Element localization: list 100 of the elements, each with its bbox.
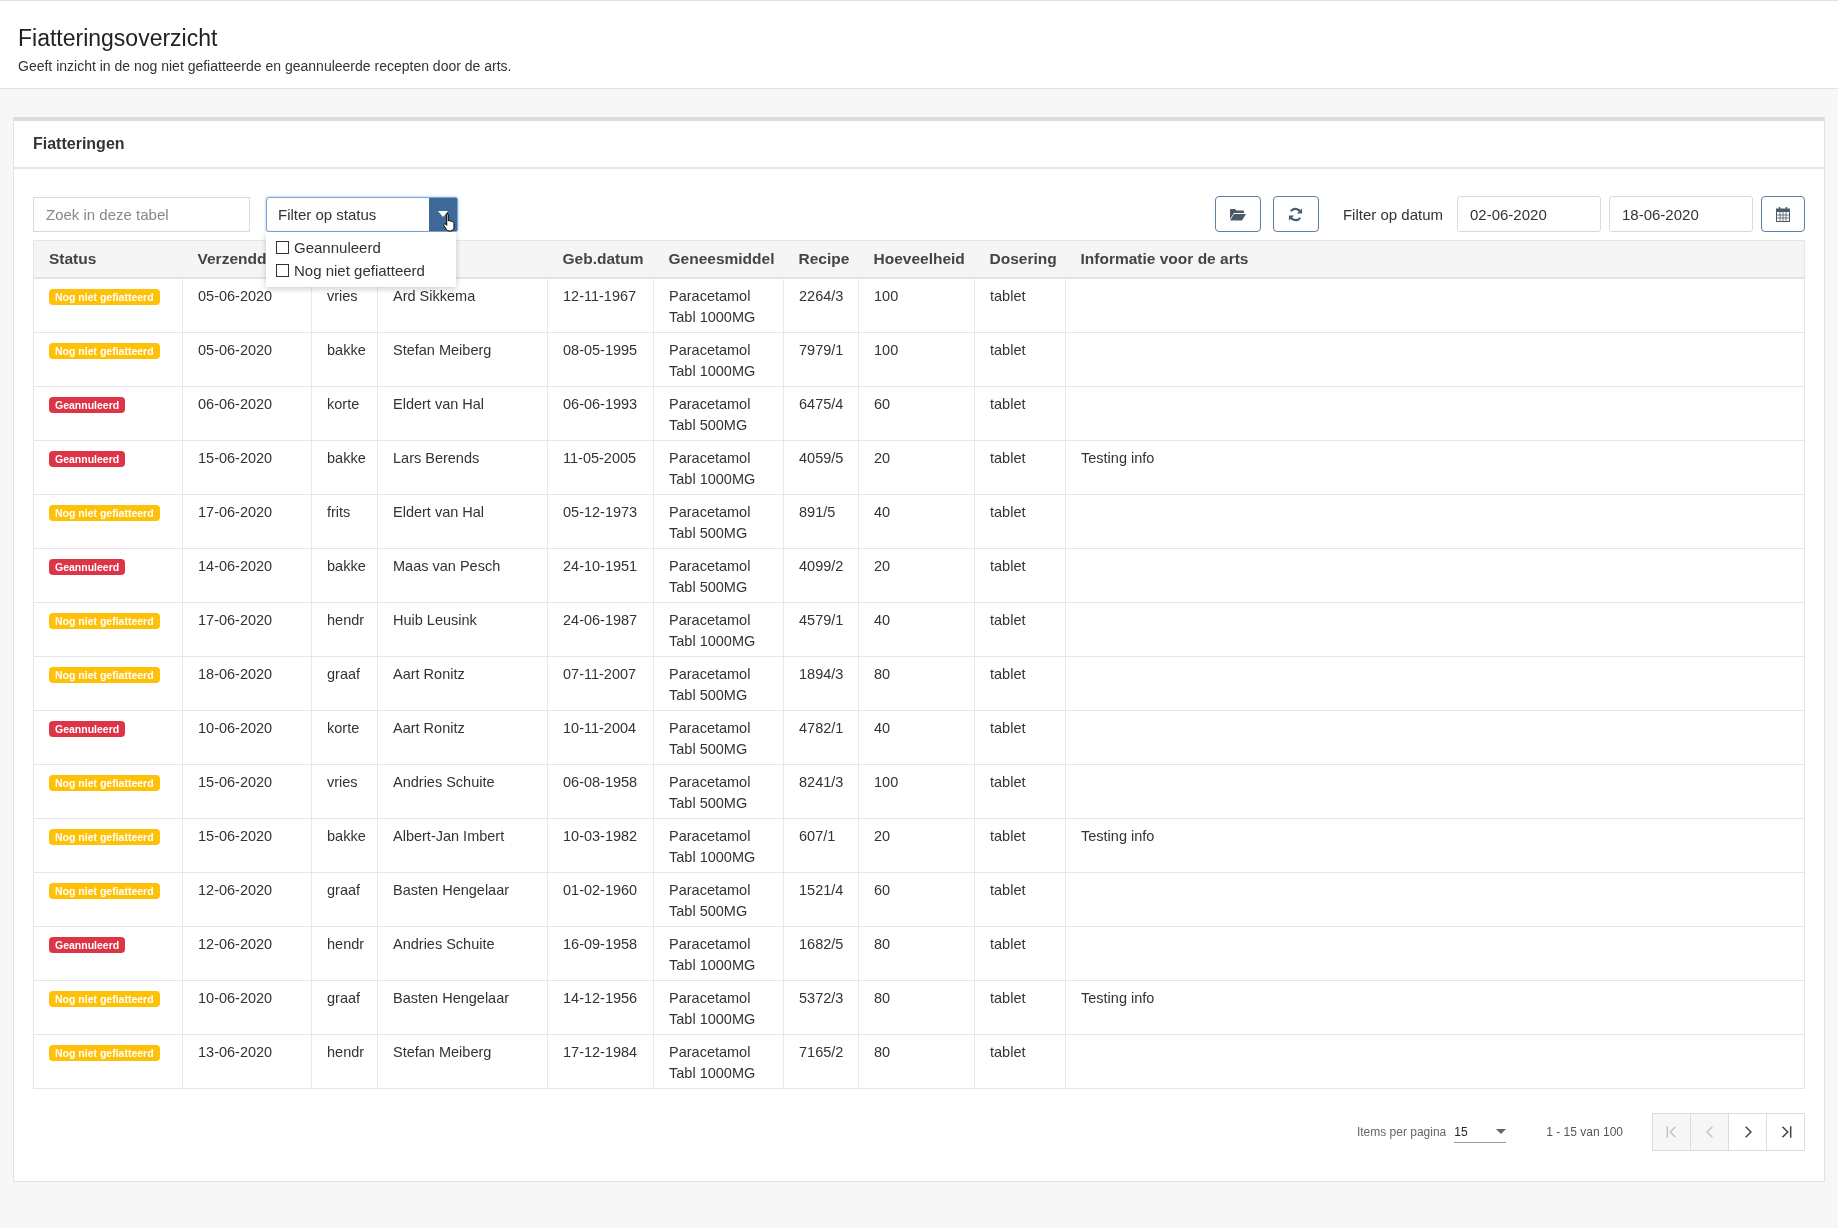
table-cell-text: 06-06-2020 (198, 395, 273, 414)
table-cell-text: graaf (327, 881, 361, 900)
status-badge: Geannuleerd (49, 937, 126, 953)
table-cell-text: 12-11-1967 (563, 287, 637, 306)
table-cell-text: Basten Hengelaar (393, 881, 510, 900)
status-badge: Geannuleerd (49, 397, 126, 413)
table-cell-text: 100 (874, 341, 899, 360)
table-cell-text: tablet (990, 341, 1026, 360)
table-cell-text: 24-06-1987 (563, 611, 638, 630)
table-cell-text: Paracetamol Tabl 1000MG (669, 449, 756, 489)
table-cell-text: Paracetamol Tabl 500MG (669, 881, 751, 921)
table-cell-text: Albert-Jan Imbert (393, 827, 505, 846)
table-cell-text: 20 (874, 557, 891, 576)
table-cell-text: 80 (874, 1043, 891, 1062)
table-cell-text: 20 (874, 827, 891, 846)
table-cell-text: Eldert van Hal (393, 503, 485, 522)
checkbox[interactable] (276, 263, 289, 277)
table-cell-text: korte (327, 395, 360, 414)
table-cell-text: 15-06-2020 (198, 773, 273, 792)
table-cell-text: Aart Ronitz (393, 719, 465, 738)
table-cell-text: tablet (990, 773, 1026, 792)
status-badge: Nog niet gefiatteerd (49, 613, 160, 629)
table-cell-text: 05-06-2020 (198, 287, 273, 306)
table-cell-text: graaf (327, 989, 361, 1008)
table-cell-text: Stefan Meiberg (393, 341, 492, 360)
table-cell-text: tablet (990, 1043, 1026, 1062)
table-cell-text: Stefan Meiberg (393, 1043, 492, 1062)
table-cell-text: tablet (990, 827, 1026, 846)
last-page-button[interactable] (1766, 1113, 1805, 1151)
table-cell-text: Maas van Pesch (393, 557, 501, 576)
table-cell-text: tablet (990, 287, 1026, 306)
table-cell-text: 6475/4 (799, 395, 844, 414)
table-cell-text: 20 (874, 449, 891, 468)
table-cell-text: 16-09-1958 (563, 935, 638, 954)
folder-button[interactable] (1214, 196, 1261, 232)
table-cell-text: 40 (874, 719, 891, 738)
table-cell-text: 18-06-2020 (198, 665, 273, 684)
table-cell-text: 10-06-2020 (198, 989, 273, 1008)
table-cell-text: tablet (990, 989, 1026, 1008)
caret-icon (438, 211, 448, 217)
table-cell-text: 1894/3 (799, 665, 844, 684)
column-header: Recipe (798, 250, 850, 267)
status-option[interactable]: Nog niet gefiatteerd (276, 258, 456, 282)
table-cell-text: tablet (990, 395, 1026, 414)
table-cell-text: 607/1 (799, 827, 836, 846)
table-cell-text: 10-06-2020 (198, 719, 273, 738)
table-cell-text: 891/5 (799, 503, 836, 522)
table-cell-text: graaf (327, 665, 361, 684)
table-cell-text: 40 (874, 611, 891, 630)
status-badge: Nog niet gefiatteerd (49, 991, 160, 1007)
table-cell-text: 60 (874, 395, 891, 414)
column-header: Geneesmiddel (668, 250, 775, 267)
checkbox[interactable] (276, 240, 289, 254)
column-header: Verzendd (197, 250, 267, 267)
table-cell-text: 17-06-2020 (198, 611, 273, 630)
folder-icon (1229, 207, 1246, 221)
table-cell-text: vries (327, 773, 358, 792)
status-option[interactable]: Geannuleerd (276, 235, 456, 259)
table-cell-text: Testing info (1081, 989, 1155, 1008)
calendar-button[interactable] (1761, 196, 1805, 232)
table-cell-text: 4099/2 (799, 557, 844, 576)
date-filter-label: Filter op datum (1342, 205, 1443, 223)
table-cell-text: bakke (327, 341, 366, 360)
table-cell-text: Paracetamol Tabl 1000MG (669, 989, 756, 1029)
table-cell-text: Testing info (1081, 449, 1155, 468)
table-cell-text: 06-08-1958 (563, 773, 638, 792)
status-filter-dropdown[interactable]: Filter op status (266, 196, 458, 232)
refresh-button[interactable] (1272, 196, 1319, 232)
page-range: 1 - 15 van 100 (1546, 1125, 1623, 1139)
table-cell-text: 4782/1 (799, 719, 844, 738)
table-cell-text: Paracetamol Tabl 1000MG (669, 935, 756, 975)
table-cell-text: tablet (990, 881, 1026, 900)
date-from-field[interactable]: 02-06-2020 (1457, 196, 1601, 232)
items-per-page-select[interactable]: 15 (1454, 1121, 1507, 1143)
table-cell-text: korte (327, 719, 360, 738)
column-header: Dosering (989, 250, 1057, 267)
table-cell-text: 7979/1 (799, 341, 844, 360)
date-to-field[interactable]: 18-06-2020 (1609, 196, 1753, 232)
search-field[interactable]: Zoek in deze tabel (33, 196, 250, 232)
table-cell-text: Paracetamol Tabl 500MG (669, 719, 751, 759)
table-cell-text: Huib Leusink (393, 611, 477, 630)
table-cell-text: 11-05-2005 (563, 449, 637, 468)
table-cell-text: Andries Schuite (393, 773, 495, 792)
status-badge: Nog niet gefiatteerd (49, 343, 160, 359)
table-cell-text: 7165/2 (799, 1043, 844, 1062)
table-cell-text: 17-12-1984 (563, 1043, 638, 1062)
table-cell-text: 01-02-1960 (563, 881, 638, 900)
table-cell-text: Paracetamol Tabl 500MG (669, 665, 751, 705)
table-cell-text: Paracetamol Tabl 1000MG (669, 827, 756, 867)
table-cell-text: Paracetamol Tabl 500MG (669, 503, 751, 543)
table-cell-text: 12-06-2020 (198, 935, 273, 954)
table-cell-text: 10-03-1982 (563, 827, 638, 846)
table-cell-text: bakke (327, 827, 366, 846)
status-badge: Nog niet gefiatteerd (49, 883, 160, 899)
table-cell-text: tablet (990, 665, 1026, 684)
table-cell-text: tablet (990, 935, 1026, 954)
table-cell-text: Paracetamol Tabl 1000MG (669, 287, 756, 327)
table-cell-text: tablet (990, 503, 1026, 522)
refresh-icon (1288, 206, 1304, 222)
table-cell-text: 2264/3 (799, 287, 844, 306)
